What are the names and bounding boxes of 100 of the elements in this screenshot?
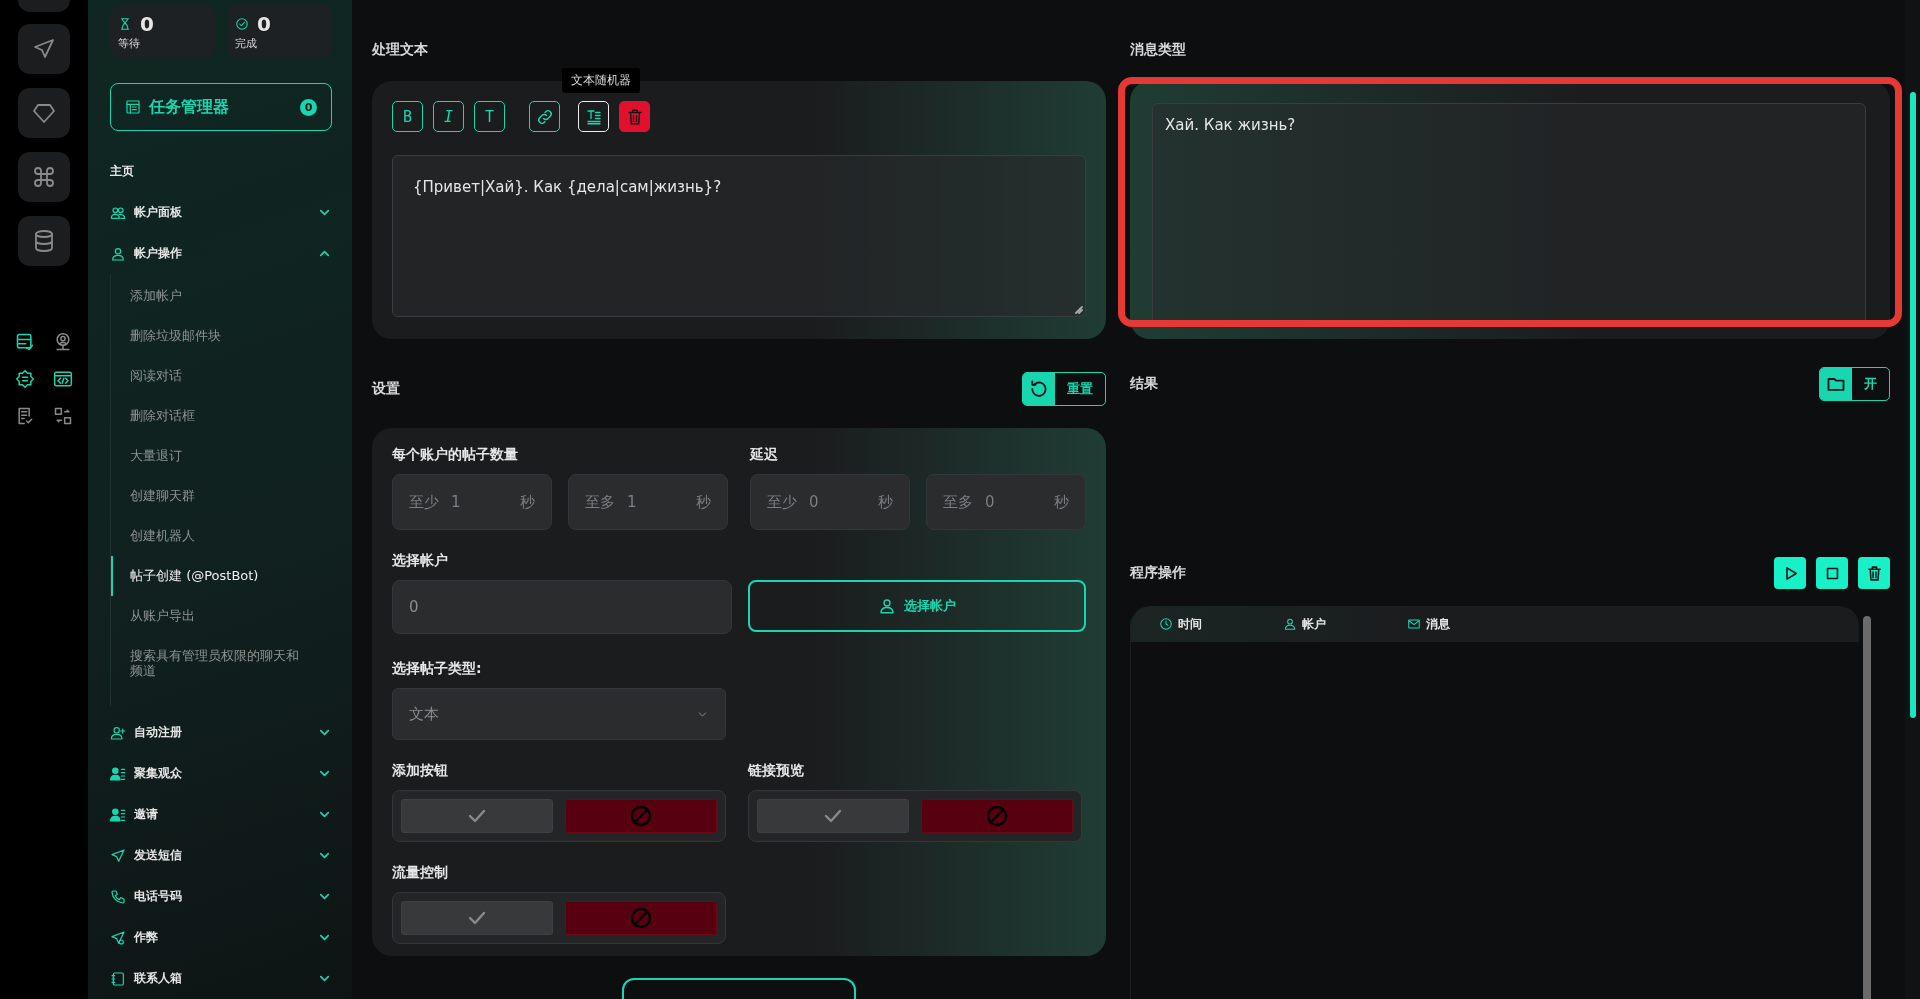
field-label: 选择帐户 [392, 552, 449, 570]
swap-icon[interactable] [53, 406, 73, 426]
section-title: 处理文本 [372, 41, 429, 59]
text-button[interactable]: T [474, 101, 505, 132]
field-label: 添加按钮 [392, 762, 449, 780]
menu-group[interactable]: 帐户面板 [110, 192, 332, 233]
menu-item[interactable]: 帖子创建 (@PostBot) [111, 556, 310, 596]
send-icon [110, 847, 126, 864]
menu-item[interactable]: 添加帐户 [111, 276, 310, 316]
stat-value: 0 [257, 12, 271, 36]
list-icon[interactable] [15, 332, 35, 352]
menu-group-label: 帐户面板 [134, 204, 183, 221]
section-title: 程序操作 [1130, 564, 1186, 582]
user-pin-icon[interactable] [53, 332, 73, 352]
menu-group[interactable]: 聚集观众 [110, 753, 332, 794]
menu-group-label: 帐户操作 [134, 245, 183, 262]
send-icon [32, 37, 56, 61]
menu-item[interactable]: 搜索具有管理员权限的聊天和频道 [111, 636, 310, 700]
bold-button[interactable]: B [392, 101, 423, 132]
table-icon [125, 99, 141, 115]
scrollbar[interactable] [1863, 616, 1871, 999]
number-field[interactable]: 至少 0 秒 [750, 474, 910, 530]
text-lines-icon [584, 107, 603, 126]
menu-group[interactable]: 联系人箱 [110, 958, 332, 999]
trash-icon [625, 107, 644, 126]
stat-value: 0 [140, 12, 154, 36]
menu-item[interactable]: 大量退订 [111, 436, 310, 476]
rail-button[interactable] [18, 216, 70, 266]
diamond-icon [32, 101, 56, 125]
menu-group[interactable]: 自动注册 [110, 712, 332, 753]
menu-group-label: 自动注册 [134, 724, 183, 741]
trash-button[interactable] [1858, 557, 1890, 589]
settings-icon[interactable] [15, 369, 35, 389]
menu-heading: 主页 [110, 163, 135, 180]
menu-group[interactable]: 电话号码 [110, 876, 332, 917]
mail-icon [1407, 617, 1421, 631]
task-manager-button[interactable]: 任务管理器 0 [110, 83, 332, 131]
menu-group-label: 作弊 [134, 929, 159, 946]
input-field[interactable]: 0 [392, 580, 732, 634]
block-icon [985, 804, 1009, 828]
section-title: 结果 [1130, 375, 1158, 393]
dropdown[interactable]: 文本 [392, 688, 726, 740]
code-icon[interactable] [53, 369, 73, 389]
users-icon [110, 204, 126, 221]
text-lines-button[interactable] [578, 101, 609, 132]
menu-group-label: 电话号码 [134, 888, 183, 905]
rail-button[interactable] [18, 88, 70, 138]
field-label: 流量控制 [392, 864, 449, 882]
user-list-icon [110, 806, 126, 823]
menu-item[interactable]: 删除对话框 [111, 396, 310, 436]
menu-item[interactable]: 删除垃圾邮件块 [111, 316, 310, 356]
rail-button[interactable] [18, 152, 70, 202]
field-label: 每个账户的帖子数量 [392, 446, 519, 464]
menu-group-label: 聚集观众 [134, 765, 183, 782]
number-field[interactable]: 至少 1 秒 [392, 474, 552, 530]
text-area[interactable]: {Привет|Хай}. Как {дела|сам|жизнь}? [392, 155, 1086, 317]
column-header: 时间 [1178, 615, 1202, 633]
user-icon [1283, 617, 1297, 631]
menu-group-label: 联系人箱 [134, 970, 183, 987]
rail-button[interactable] [18, 24, 70, 74]
command-icon [32, 165, 56, 189]
open-button[interactable]: 开 [1819, 367, 1890, 401]
menu-group-label: 邀请 [134, 806, 159, 823]
menu-item[interactable]: 阅读对话 [111, 356, 310, 396]
trash-icon [1865, 564, 1883, 582]
menu-group[interactable]: 作弊 [110, 917, 332, 958]
select-accounts-button[interactable]: 选择帐户 [748, 580, 1086, 632]
send-icon [110, 929, 126, 946]
number-field[interactable]: 至多 0 秒 [926, 474, 1086, 530]
reset-button[interactable]: 重置 [1022, 372, 1106, 406]
phone-icon [110, 888, 126, 905]
field-label: 延迟 [750, 446, 779, 464]
block-icon [629, 804, 653, 828]
menu-item[interactable]: 从账户导出 [111, 596, 310, 636]
italic-button[interactable]: I [433, 101, 464, 132]
document-icon[interactable] [15, 406, 35, 426]
link-button[interactable] [529, 101, 560, 132]
menu-item[interactable]: 创建聊天群 [111, 476, 310, 516]
check-circle-icon [235, 17, 249, 31]
user-plus-icon [110, 724, 126, 741]
menu-group[interactable]: 发送短信 [110, 835, 332, 876]
stop-button[interactable] [1816, 557, 1848, 589]
reset-icon [1029, 379, 1049, 399]
menu-group[interactable]: 帐户操作 [110, 233, 332, 274]
stat-label: 等待 [118, 36, 141, 51]
column-header: 消息 [1426, 615, 1450, 633]
database-icon [32, 229, 56, 253]
number-field[interactable]: 至多 1 秒 [568, 474, 728, 530]
menu-item[interactable]: 创建机器人 [111, 516, 310, 556]
menu-group[interactable]: 邀请 [110, 794, 332, 835]
section-title: 消息类型 [1130, 41, 1187, 59]
tooltip: 文本随机器 [562, 68, 640, 93]
link-icon [535, 107, 554, 126]
user-icon [110, 245, 126, 262]
book-icon [110, 970, 126, 987]
field-label: 选择帖子类型: [392, 660, 483, 678]
resize-grip-icon[interactable] [1073, 304, 1083, 314]
column-header: 帐户 [1302, 615, 1326, 633]
play-button[interactable] [1774, 557, 1806, 589]
scrollbar[interactable] [1909, 92, 1916, 718]
